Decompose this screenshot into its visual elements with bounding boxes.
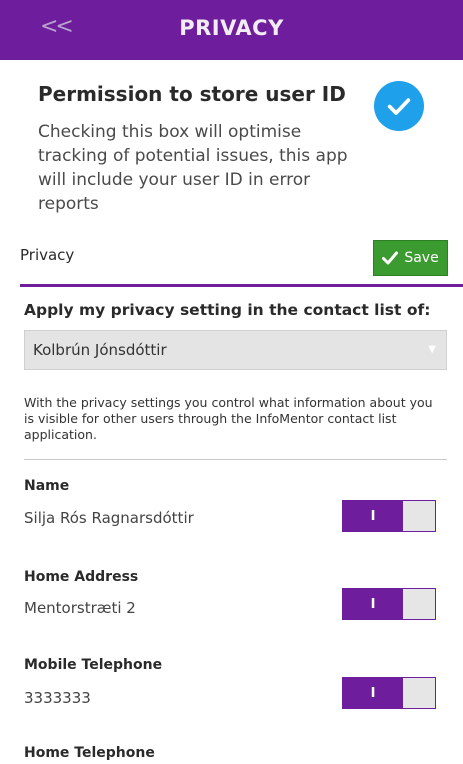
field-label-mobile-telephone: Mobile Telephone — [24, 657, 163, 673]
field-label-home-telephone: Home Telephone — [24, 745, 155, 761]
permission-title: Permission to store user ID — [38, 82, 346, 106]
toggle-name[interactable]: I — [342, 500, 436, 532]
field-label-home-address: Home Address — [24, 569, 139, 585]
toggle-home-address[interactable]: I — [342, 588, 436, 620]
permission-description: Checking this box will optimise tracking… — [38, 122, 348, 214]
field-label-name: Name — [24, 478, 70, 494]
check-icon — [387, 98, 411, 115]
save-button[interactable]: Save — [373, 240, 448, 276]
save-button-label: Save — [404, 250, 439, 266]
privacy-info-text: With the privacy settings you control wh… — [24, 395, 433, 442]
selected-contact: Kolbrún Jónsdóttir — [33, 341, 167, 359]
info-divider — [24, 459, 447, 460]
field-value-home-address: Mentorstræti 2 — [24, 599, 136, 617]
caret-down-icon: ▼ — [428, 344, 436, 355]
apply-setting-label: Apply my privacy setting in the contact … — [24, 301, 431, 319]
page-title: PRIVACY — [179, 16, 284, 40]
contact-list-select[interactable]: Kolbrún Jónsdóttir ▼ — [24, 330, 447, 370]
toggle-on-indicator: I — [343, 501, 403, 531]
field-value-mobile-telephone: 3333333 — [24, 689, 91, 707]
toggle-on-indicator: I — [343, 678, 403, 708]
privacy-section-label: Privacy — [20, 246, 75, 264]
toggle-mobile-telephone[interactable]: I — [342, 677, 436, 709]
checkmark-icon — [382, 251, 399, 265]
section-divider — [20, 284, 463, 287]
top-bar: << PRIVACY — [0, 0, 463, 60]
permission-checkbox[interactable] — [374, 81, 424, 131]
field-value-name: Silja Rós Ragnarsdóttir — [24, 509, 194, 527]
toggle-on-indicator: I — [343, 589, 403, 619]
